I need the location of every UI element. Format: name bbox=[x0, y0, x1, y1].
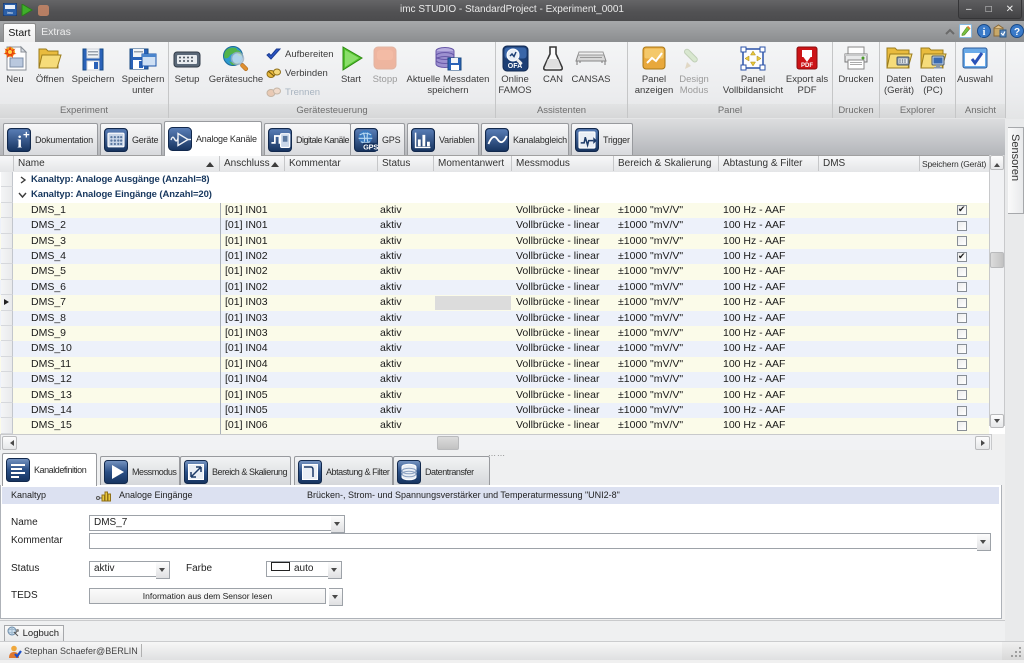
svg-text:?: ? bbox=[1014, 27, 1020, 38]
svg-text:GPS: GPS bbox=[363, 142, 378, 151]
svg-text:OFA: OFA bbox=[507, 63, 521, 70]
svg-text:PDF: PDF bbox=[801, 63, 813, 69]
svg-text:+: + bbox=[23, 129, 30, 141]
svg-text:imc: imc bbox=[7, 10, 13, 15]
svg-text:i: i bbox=[17, 132, 22, 151]
